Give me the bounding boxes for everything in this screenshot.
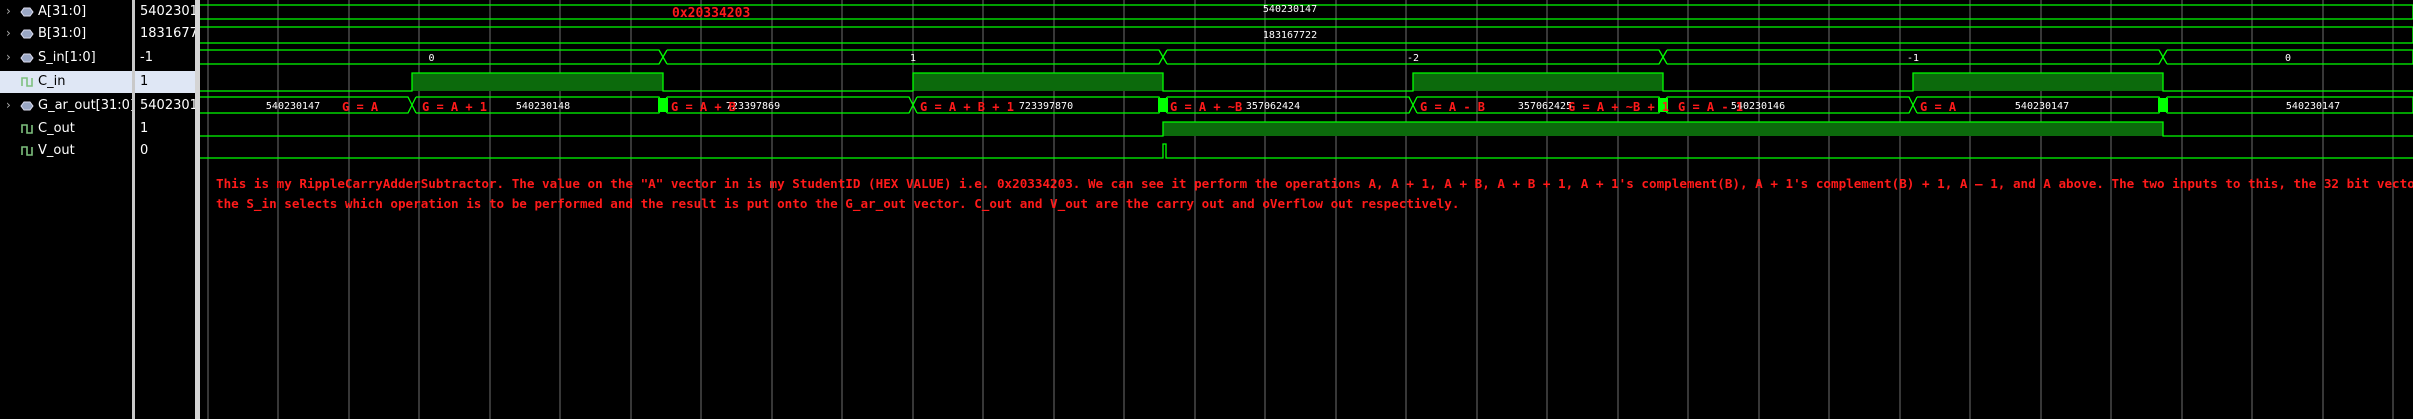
c_in-high-fill: [1413, 73, 1663, 91]
operation-label: G = A - B: [1420, 100, 1485, 114]
signal-row-B[interactable]: › B[31:0]: [0, 23, 132, 45]
annotation-line-1: This is my RippleCarryAdderSubtractor. T…: [216, 176, 2413, 191]
signal-value-S_in: -1: [135, 47, 195, 69]
bit-signal-icon: [20, 122, 34, 136]
signal-value-A: 54023014: [135, 1, 206, 23]
expand-chevron-icon[interactable]: ›: [6, 98, 18, 112]
v_out-trace: [200, 143, 2413, 159]
signal-name: A[31:0]: [38, 4, 87, 19]
bus-S_in-value: 1: [910, 53, 916, 64]
signal-value-G_ar_out: 54023014: [135, 95, 206, 117]
bus-S_in-value: 0: [428, 53, 434, 64]
bit-signal-icon: [20, 144, 34, 158]
expand-chevron-icon[interactable]: ›: [6, 4, 18, 18]
waveform-canvas[interactable]: 540230147 0x20334203 183167722 0 1 -2 -1 0 54023…: [200, 0, 2413, 419]
signal-value-panel: 54023014 18316772 -1 1 54023014 1 0: [135, 0, 206, 419]
bus-signal-icon: [20, 27, 34, 41]
bus-G_ar_out-value: 540230147: [2015, 101, 2069, 112]
signal-value-text: 1: [140, 74, 149, 89]
bus-A-value: 540230147: [1263, 4, 1317, 15]
signal-value-B: 18316772: [135, 23, 206, 45]
expand-chevron-icon[interactable]: ›: [6, 26, 18, 40]
bus-S_in-value: -2: [1407, 53, 1419, 64]
signal-row-S_in[interactable]: › S_in[1:0]: [0, 47, 132, 69]
bus-B-value: 183167722: [1263, 30, 1317, 41]
signal-name-panel: › A[31:0] › B[31:0] › S_in[1:0] C_in › G_ar_out[…: [0, 0, 136, 419]
annotation-line-2: the S_in selects which operation is to b…: [216, 196, 1459, 212]
bus-S_in-value: -1: [1907, 53, 1919, 64]
bus-G_ar_out-value: 357062424: [1246, 101, 1300, 112]
operation-label: G = A: [342, 100, 379, 114]
transition-glitch-marker: [658, 98, 668, 112]
signal-value-C_out: 1: [135, 118, 195, 140]
operation-label: G = A - 1: [1678, 100, 1743, 114]
bus-signal-icon: [20, 99, 34, 113]
signal-name: S_in[1:0]: [38, 50, 96, 65]
signal-row-G_ar_out[interactable]: › G_ar_out[31:0]: [0, 95, 136, 117]
signal-value-text: -1: [140, 50, 153, 65]
signal-row-V_out[interactable]: V_out: [0, 140, 132, 162]
c_in-high-fill: [412, 73, 663, 91]
signal-value-text: 1: [140, 121, 149, 136]
signal-name: B[31:0]: [38, 26, 87, 41]
c_in-high-fill: [1913, 73, 2163, 91]
operation-label: G = A: [1920, 100, 1957, 114]
signal-value-C_in: 1: [135, 71, 195, 93]
c_out-high-fill: [1163, 122, 2163, 136]
operation-label: G = A + 1: [422, 100, 487, 114]
signal-value-V_out: 0: [135, 140, 195, 162]
signal-row-C_out[interactable]: C_out: [0, 118, 132, 140]
signal-row-A[interactable]: › A[31:0]: [0, 1, 132, 23]
operation-label: G = A + B: [671, 100, 736, 114]
signal-name: C_in: [38, 74, 66, 89]
bit-signal-icon: [20, 75, 34, 89]
waveform-panel[interactable]: 540230147 0x20334203 183167722 0 1 -2 -1 0 54023…: [200, 0, 2413, 419]
bus-signal-icon: [20, 5, 34, 19]
signal-name: G_ar_out[31:0]: [38, 98, 136, 113]
bus-G_ar_out-value: 540230147: [2286, 101, 2340, 112]
operation-label: G = A + ~B + 1: [1568, 100, 1669, 114]
c_in-high-fill: [913, 73, 1163, 91]
operation-label: G = A + B + 1: [920, 100, 1014, 114]
expand-chevron-icon[interactable]: ›: [6, 50, 18, 64]
bus-S_in-value: 0: [2285, 53, 2291, 64]
hex-overlay-label: 0x20334203: [672, 6, 750, 21]
transition-glitch-marker: [1158, 98, 1168, 112]
signal-row-C_in[interactable]: C_in: [0, 71, 132, 93]
signal-name: V_out: [38, 143, 75, 158]
signal-name: C_out: [38, 121, 75, 136]
bus-G_ar_out-value: 357062425: [1518, 101, 1572, 112]
bus-signal-icon: [20, 51, 34, 65]
operation-label: G = A + ~B: [1170, 100, 1242, 114]
bus-G_ar_out-value: 540230148: [516, 101, 570, 112]
transition-glitch-marker: [2158, 98, 2168, 112]
bus-G_ar_out-value: 540230147: [266, 101, 320, 112]
signal-value-text: 0: [140, 143, 149, 158]
bus-G_ar_out-value: 723397870: [1019, 101, 1073, 112]
